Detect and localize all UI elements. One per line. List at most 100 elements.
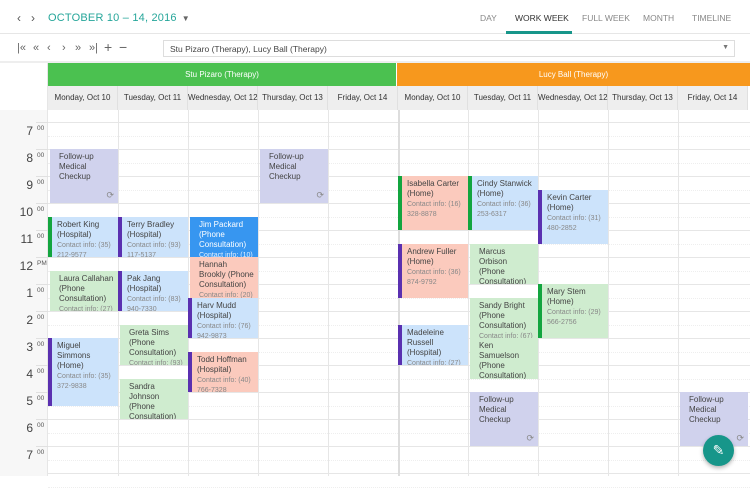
- appointment-title: Kevin Carter (Home): [547, 192, 592, 212]
- appointment[interactable]: Madeleine Russell (Hospital) Contact info…: [398, 324, 468, 366]
- tab-full-week[interactable]: FULL WEEK: [582, 13, 630, 23]
- next-button[interactable]: ›: [62, 42, 66, 54]
- appointment[interactable]: Greta Sims (Phone Consultation) Contact i…: [120, 324, 188, 365]
- appointment[interactable]: Marcus Orbison (Phone Consultation)Conta…: [470, 243, 538, 285]
- prev-range-button[interactable]: ‹: [17, 11, 21, 25]
- tab-timeline[interactable]: TIMELINE: [692, 13, 731, 23]
- hour-label: 8: [26, 151, 33, 165]
- appointment[interactable]: Hannah Brookly (Phone Consultation) Conta…: [190, 257, 258, 298]
- date-range-picker[interactable]: OCTOBER 10 – 14, 2016 ▼: [48, 12, 190, 24]
- appointment[interactable]: Sandy Bright (Phone Consultation) Contact…: [470, 297, 538, 338]
- time-tick: [36, 284, 48, 285]
- resource-header-stu-pizaro: Stu Pizaro (Therapy): [48, 63, 396, 86]
- appointment-title: Sandra Johnson (Phone Consultation): [129, 381, 177, 420]
- appointment-contact: Contact info: (27): [407, 359, 461, 366]
- tab-day[interactable]: DAY: [480, 13, 497, 23]
- appointment-title: Andrew Fuller (Home): [407, 246, 457, 266]
- tab-month[interactable]: MONTH: [643, 13, 674, 23]
- next-page-button[interactable]: »: [75, 42, 81, 54]
- appointment-title: Isabella Carter (Home): [407, 179, 460, 198]
- prev-button[interactable]: ‹: [47, 42, 51, 54]
- first-page-button[interactable]: |«: [17, 42, 26, 54]
- appointment-title: Marcus Orbison (Phone Consultation): [479, 246, 527, 285]
- appointment-contact: Contact info: (35) 212-9577: [57, 241, 111, 258]
- recurring-icon: ⟳: [736, 433, 744, 443]
- hour-suffix: PM: [37, 260, 47, 267]
- appointment[interactable]: Todd Hoffman (Hospital) Contact info: (40…: [188, 351, 258, 392]
- day-header: Wednesday, Oct 12: [538, 86, 608, 110]
- appointment-contact: Contact info: (29) 566-2756: [547, 309, 601, 326]
- hour-suffix: 00: [37, 422, 45, 429]
- appointment[interactable]: Andrew Fuller (Home) Contact info: (36) 8…: [398, 243, 468, 298]
- hour-suffix: 00: [37, 314, 45, 321]
- appointment[interactable]: Miguel Simmons (Home) Contact info: (35) …: [48, 338, 118, 406]
- hour-suffix: 00: [37, 125, 45, 132]
- column-line: [258, 110, 259, 476]
- day-header: Thursday, Oct 13: [258, 86, 328, 110]
- time-tick: [36, 230, 48, 231]
- edit-calendar-icon[interactable]: ✎: [703, 435, 734, 466]
- appointment-contact: Contact info: (16) 328-8878: [407, 201, 461, 218]
- appointment[interactable]: Ken Samuelson (Phone Consultation)Contac…: [470, 338, 538, 379]
- prev-page-button[interactable]: «: [33, 42, 39, 54]
- status-bar: [468, 176, 472, 230]
- time-tick: [36, 122, 48, 123]
- appointment-title: Follow-up Medical Checkup: [689, 395, 724, 424]
- appointment-title: Pak Jang (Hospital): [127, 273, 162, 293]
- appointment[interactable]: Robert King (Hospital) Contact info: (35)…: [48, 216, 118, 258]
- appointment[interactable]: Isabella Carter (Home) Contact info: (16)…: [398, 176, 468, 230]
- hour-label: 10: [19, 205, 33, 219]
- next-range-button[interactable]: ›: [31, 11, 35, 25]
- hour-label: 7: [26, 124, 33, 138]
- appointment[interactable]: Pak Jang (Hospital) Contact info: (83) 94…: [118, 270, 188, 311]
- hour-label: 6: [26, 421, 33, 435]
- appointment[interactable]: Kevin Carter (Home) Contact info: (31) 48…: [538, 189, 608, 244]
- caret-down-icon: ▼: [181, 14, 190, 23]
- recurring-icon: ⟳: [526, 433, 534, 443]
- zoom-out-button[interactable]: −: [119, 39, 127, 55]
- appointment-title: Robert King (Hospital): [57, 219, 100, 239]
- appointment[interactable]: Cindy Stanwick (Home) Contact info: (36) …: [468, 176, 538, 230]
- appointment[interactable]: Jim Packard (Phone Consultation) Contact …: [190, 216, 258, 257]
- appointment[interactable]: Terry Bradley (Hospital) Contact info: (9…: [118, 216, 188, 257]
- appointment[interactable]: Laura Callahan (Phone Consultation) Conta…: [50, 270, 118, 311]
- hour-suffix: 00: [37, 368, 45, 375]
- appointment[interactable]: Mary Stem (Home) Contact info: (29) 566-2…: [538, 284, 608, 338]
- status-bar: [48, 338, 52, 406]
- appointment-title: Follow-up Medical Checkup: [479, 395, 514, 424]
- resources-select[interactable]: Stu Pizaro (Therapy), Lucy Ball (Therapy…: [163, 40, 735, 57]
- column-line: [608, 110, 609, 476]
- date-range-label: OCTOBER 10 – 14, 2016: [48, 12, 177, 24]
- appointment[interactable]: Follow-up Medical Checkup ⟳: [260, 149, 328, 203]
- appointment[interactable]: Follow-up Medical Checkup ⟳: [470, 392, 538, 446]
- appointment-contact: Contact info: (35) 372-9838: [57, 373, 111, 390]
- hour-label: 5: [26, 394, 33, 408]
- hour-suffix: 00: [37, 206, 45, 213]
- time-tick: [36, 365, 48, 366]
- appointment-contact: Contact info: (76) 942-9873: [197, 322, 251, 339]
- column-line: [678, 110, 679, 476]
- day-header: Tuesday, Oct 11: [118, 86, 188, 110]
- zoom-in-button[interactable]: +: [104, 39, 112, 55]
- time-tick: [36, 392, 48, 393]
- active-tab-indicator: [506, 31, 572, 34]
- appointment-contact: Contact info: (31) 480-2852: [547, 214, 601, 232]
- hour-suffix: 00: [37, 287, 45, 294]
- schedule-grid[interactable]: Follow-up Medical Checkup ⟳ Robert King (H…: [48, 110, 750, 488]
- appointment[interactable]: Sandra Johnson (Phone Consultation)Conta…: [120, 378, 188, 420]
- status-bar: [398, 176, 402, 230]
- time-tick: [36, 176, 48, 177]
- appointment-title: Hannah Brookly (Phone Consultation): [199, 260, 254, 289]
- hour-label: 3: [26, 340, 33, 354]
- appointment[interactable]: Harv Mudd (Hospital) Contact info: (76) 9…: [188, 297, 258, 339]
- hour-label: 4: [26, 367, 33, 381]
- fab-glyph: ✎: [712, 442, 725, 458]
- status-bar: [118, 270, 122, 311]
- column-line: [188, 110, 189, 476]
- last-page-button[interactable]: »|: [89, 42, 98, 54]
- appointment-title: Follow-up Medical Checkup: [59, 152, 94, 181]
- tab-work-week[interactable]: WORK WEEK: [515, 13, 569, 23]
- resources-value: Stu Pizaro (Therapy), Lucy Ball (Therapy…: [170, 44, 327, 54]
- appointment[interactable]: Follow-up Medical Checkup ⟳: [50, 149, 118, 203]
- day-header: Friday, Oct 14: [328, 86, 398, 110]
